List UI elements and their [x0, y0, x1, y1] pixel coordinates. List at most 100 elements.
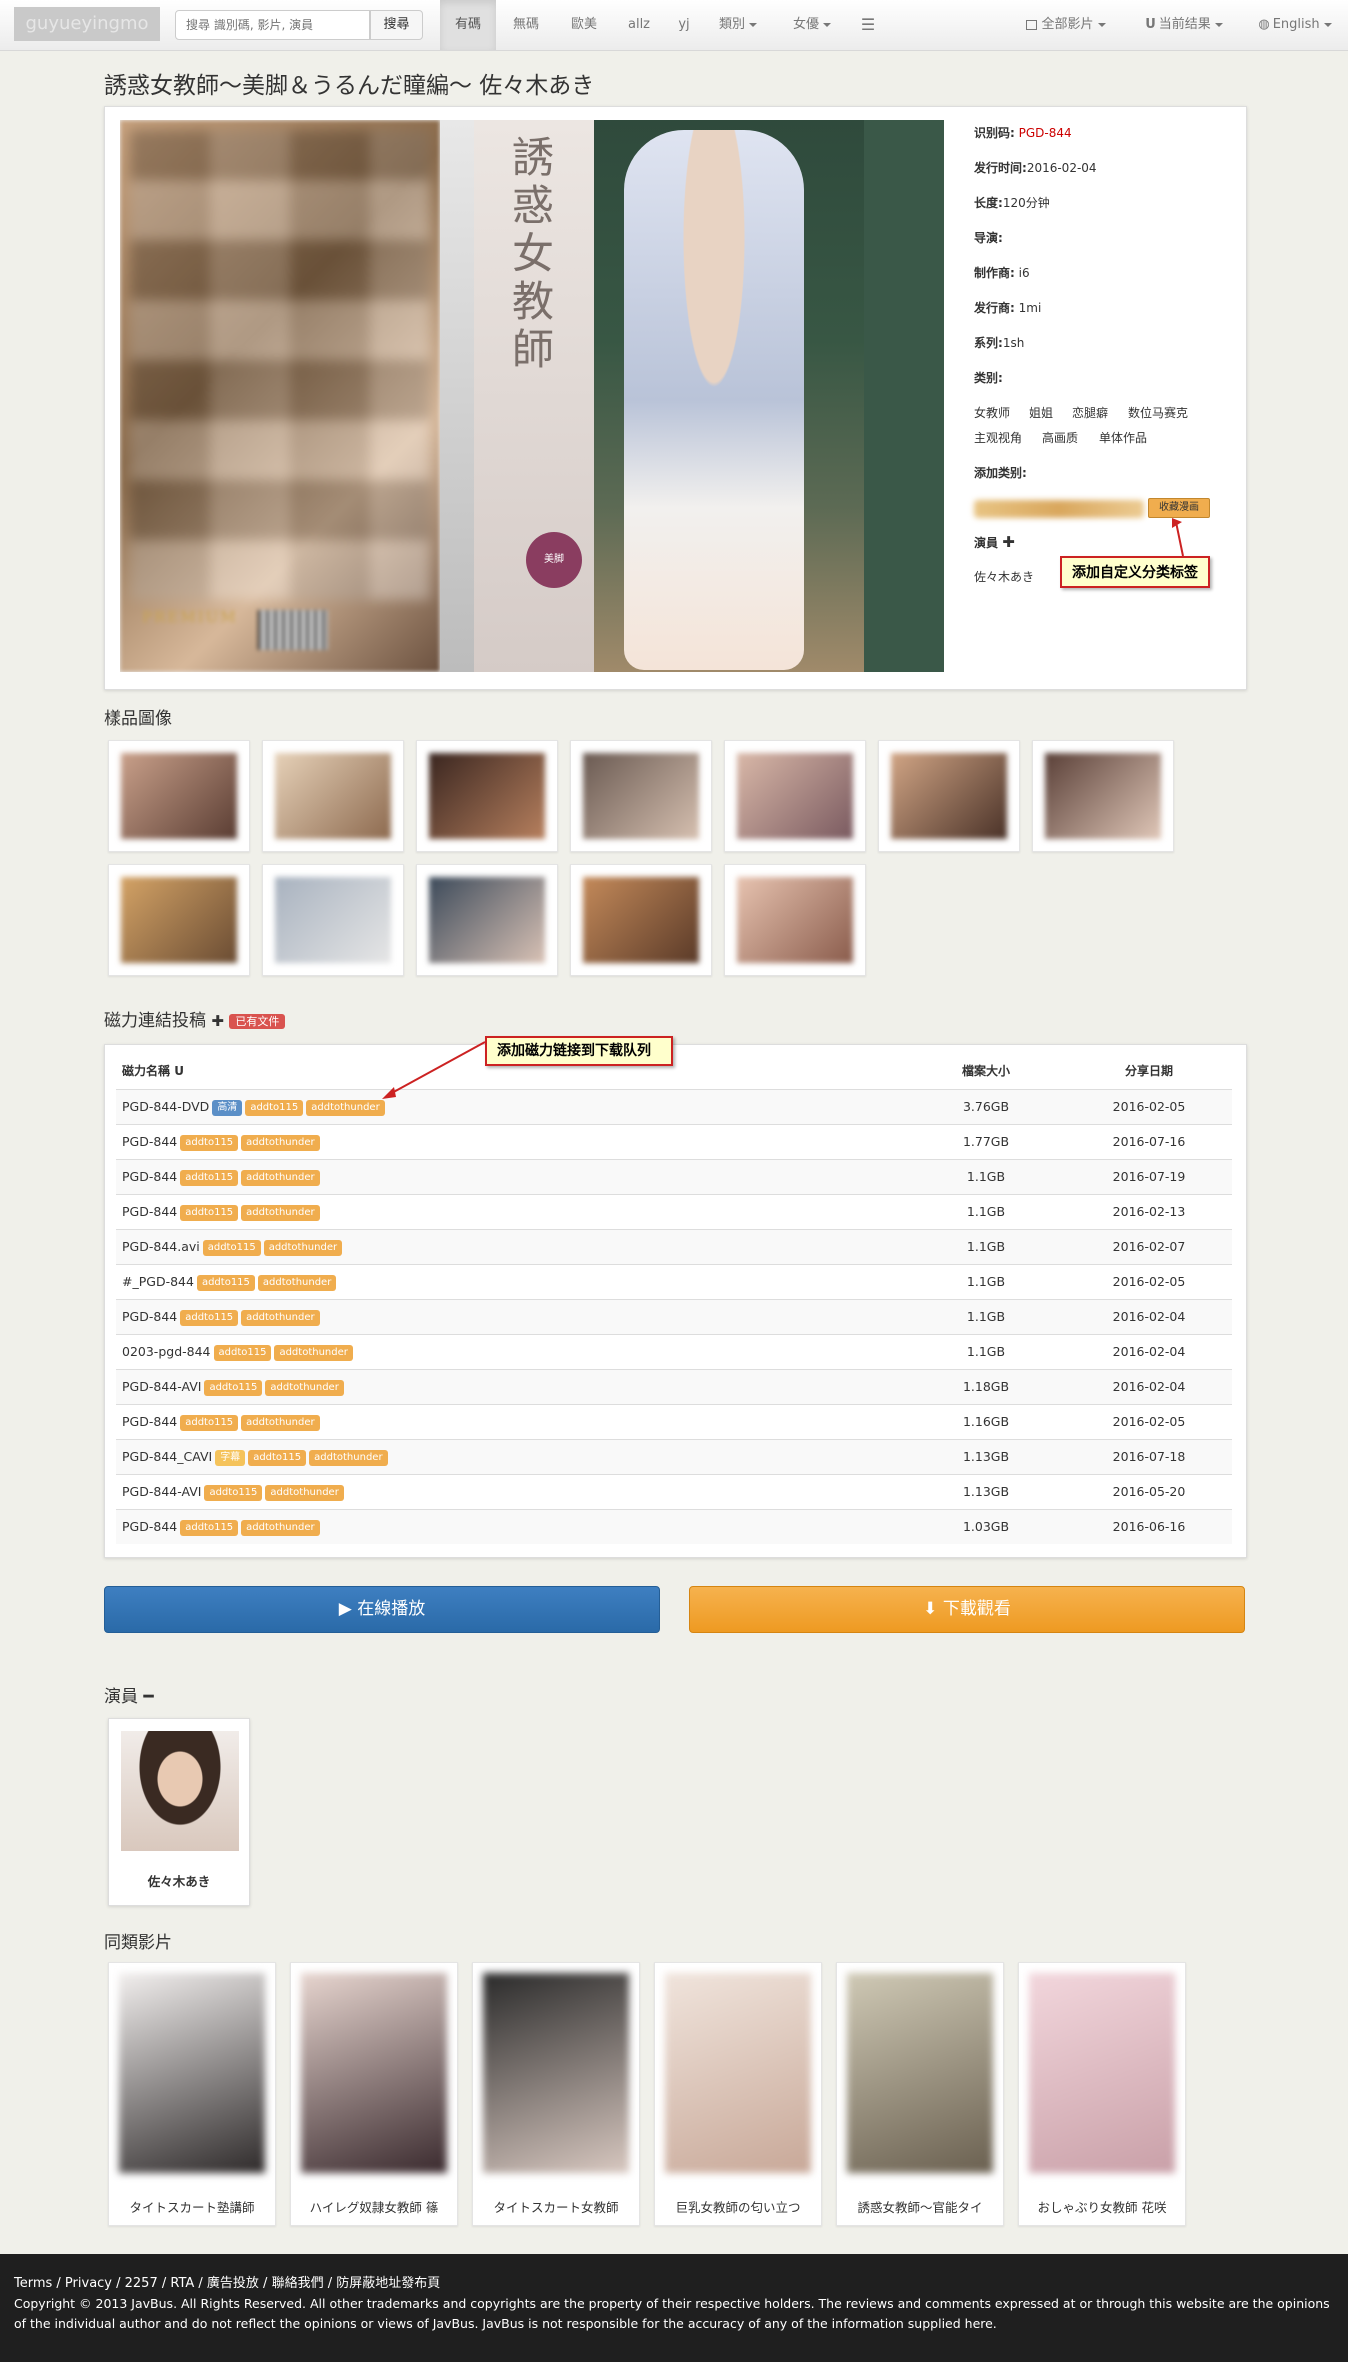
nav-censored[interactable]: 有碼	[440, 0, 496, 50]
add-to-115-button[interactable]: addto115	[180, 1169, 239, 1186]
nav-language-dropdown[interactable]: ◍ English	[1252, 0, 1338, 50]
actor-card[interactable]: 佐々木あき	[108, 1718, 250, 1906]
add-to-thunder-button[interactable]: addtothunder	[265, 1379, 344, 1396]
magnet-link[interactable]: PGD-844	[122, 1204, 177, 1219]
actor-avatar	[121, 1731, 239, 1851]
sample-thumbnail[interactable]	[416, 740, 558, 852]
site-logo[interactable]: guyueyingmo	[14, 7, 160, 41]
sample-thumbnail[interactable]	[878, 740, 1020, 852]
sample-thumbnail[interactable]	[724, 740, 866, 852]
play-online-button[interactable]: ▶ 在線播放	[104, 1586, 660, 1633]
footer-links[interactable]: Terms / Privacy / 2257 / RTA / 廣告投放 / 聯絡…	[14, 2272, 440, 2291]
sample-thumbnail[interactable]	[570, 864, 712, 976]
callout-magnet-queue: 添加磁力链接到下载队列	[485, 1036, 673, 1066]
similar-movie-title: タイトスカート塾講師	[129, 2200, 255, 2215]
add-to-115-button[interactable]: addto115	[248, 1449, 307, 1466]
magnet-link[interactable]: PGD-844	[122, 1169, 177, 1184]
magnet-link[interactable]: PGD-844-AVI	[122, 1484, 201, 1499]
sample-thumbnail[interactable]	[570, 740, 712, 852]
genre-link[interactable]: 女教师	[974, 404, 1010, 421]
minus-icon[interactable]: ━	[143, 1687, 153, 1707]
info-publisher-link[interactable]: 1mi	[1019, 301, 1042, 315]
info-date: 2016-02-04	[1026, 161, 1097, 175]
nav-actresses-dropdown[interactable]: 女優	[780, 0, 844, 50]
magnet-link[interactable]: PGD-844	[122, 1309, 177, 1324]
add-to-115-button[interactable]: addto115	[180, 1414, 239, 1431]
sample-thumbnail[interactable]	[108, 864, 250, 976]
plus-icon[interactable]: ✚	[1002, 533, 1015, 551]
similar-movie-card[interactable]: おしゃぶり女教師 花咲	[1018, 1962, 1186, 2226]
similar-movie-card[interactable]: ハイレグ奴隷女教師 篠	[290, 1962, 458, 2226]
nav-yj[interactable]: yj	[666, 0, 702, 50]
magnet-date: 2016-07-18	[1112, 1449, 1186, 1464]
similar-movie-card[interactable]: 誘惑女教師～官能タイ	[836, 1962, 1004, 2226]
sample-thumbnail[interactable]	[416, 864, 558, 976]
sample-thumbnail[interactable]	[724, 864, 866, 976]
sample-thumbnail[interactable]	[108, 740, 250, 852]
sample-thumbnail[interactable]	[262, 740, 404, 852]
magnet-link[interactable]: PGD-844	[122, 1414, 177, 1429]
nav-allz[interactable]: allz	[614, 0, 664, 50]
menu-icon[interactable]: ☰	[852, 0, 884, 50]
nav-uncensored[interactable]: 無碼	[500, 0, 552, 50]
add-to-thunder-button[interactable]: addtothunder	[241, 1204, 320, 1221]
nav-all-movies-dropdown[interactable]: 全部影片	[1018, 0, 1114, 50]
genre-link[interactable]: 高画质	[1042, 429, 1078, 446]
genre-link[interactable]: 主观视角	[974, 429, 1022, 446]
magnet-link[interactable]: PGD-844-AVI	[122, 1379, 201, 1394]
add-to-thunder-button[interactable]: addtothunder	[274, 1344, 353, 1361]
add-to-115-button[interactable]: addto115	[202, 1239, 261, 1256]
magnet-date: 2016-05-20	[1112, 1484, 1186, 1499]
magnet-link[interactable]: 0203-pgd-844	[122, 1344, 211, 1359]
similar-movie-card[interactable]: タイトスカート女教師	[472, 1962, 640, 2226]
add-to-115-button[interactable]: addto115	[196, 1274, 255, 1291]
similar-movie-card[interactable]: 巨乳女教師の匂い立つ	[654, 1962, 822, 2226]
similar-movie-card[interactable]: タイトスカート塾講師	[108, 1962, 276, 2226]
genre-link[interactable]: 姐姐	[1029, 404, 1053, 421]
add-to-115-button[interactable]: addto115	[245, 1099, 304, 1116]
cover-image[interactable]: PREMIUM 誘惑女教師 美脚	[120, 120, 944, 672]
add-to-115-button[interactable]: addto115	[180, 1519, 239, 1536]
add-to-thunder-button[interactable]: addtothunder	[241, 1134, 320, 1151]
add-to-115-button[interactable]: addto115	[213, 1344, 272, 1361]
plus-icon[interactable]: ✚	[211, 1012, 224, 1030]
download-button[interactable]: ⬇ 下載觀看	[689, 1586, 1245, 1633]
magnet-link[interactable]: PGD-844_CAVI	[122, 1449, 212, 1464]
collect-button[interactable]: 收藏漫画	[1148, 498, 1210, 518]
add-to-thunder-button[interactable]: addtothunder	[257, 1274, 337, 1291]
add-to-thunder-button[interactable]: addtothunder	[265, 1484, 344, 1501]
magnet-link[interactable]: PGD-844-DVD	[122, 1099, 209, 1114]
magnet-link[interactable]: #_PGD-844	[122, 1274, 194, 1289]
add-to-thunder-button[interactable]: addtothunder	[241, 1519, 320, 1536]
add-to-thunder-button[interactable]: addtothunder	[241, 1169, 320, 1186]
add-to-thunder-button[interactable]: addtothunder	[241, 1414, 320, 1431]
add-to-thunder-button[interactable]: addtothunder	[263, 1239, 343, 1256]
genre-link[interactable]: 单体作品	[1099, 429, 1147, 446]
magnet-date: 2016-02-13	[1112, 1204, 1186, 1219]
magnet-link[interactable]: PGD-844	[122, 1134, 177, 1149]
search-input[interactable]	[175, 10, 370, 40]
nav-western[interactable]: 歐美	[556, 0, 612, 50]
similar-movie-image	[119, 1973, 265, 2173]
genre-link[interactable]: 数位马赛克	[1128, 404, 1188, 421]
nav-genres-dropdown[interactable]: 類別	[706, 0, 770, 50]
add-to-thunder-button[interactable]: addtothunder	[241, 1309, 320, 1326]
sample-thumbnail[interactable]	[1032, 740, 1174, 852]
magnet-link[interactable]: PGD-844	[122, 1519, 177, 1534]
add-to-115-button[interactable]: addto115	[180, 1204, 239, 1221]
sample-image	[583, 753, 699, 839]
info-maker-link[interactable]: i6	[1019, 266, 1030, 280]
magnet-link[interactable]: PGD-844.avi	[122, 1239, 200, 1254]
info-actor-link[interactable]: 佐々木あき	[974, 568, 1034, 585]
genre-link[interactable]: 恋腿癖	[1072, 404, 1108, 421]
info-series-link[interactable]: 1sh	[1003, 336, 1025, 350]
add-to-thunder-button[interactable]: addtothunder	[306, 1099, 385, 1116]
search-button[interactable]: 搜尋	[370, 10, 423, 40]
add-to-115-button[interactable]: addto115	[204, 1379, 263, 1396]
add-to-115-button[interactable]: addto115	[180, 1309, 239, 1326]
nav-current-results-dropdown[interactable]: U 当前结果	[1136, 0, 1232, 50]
add-to-thunder-button[interactable]: addtothunder	[309, 1449, 388, 1466]
sample-thumbnail[interactable]	[262, 864, 404, 976]
add-to-115-button[interactable]: addto115	[204, 1484, 263, 1501]
add-to-115-button[interactable]: addto115	[180, 1134, 239, 1151]
